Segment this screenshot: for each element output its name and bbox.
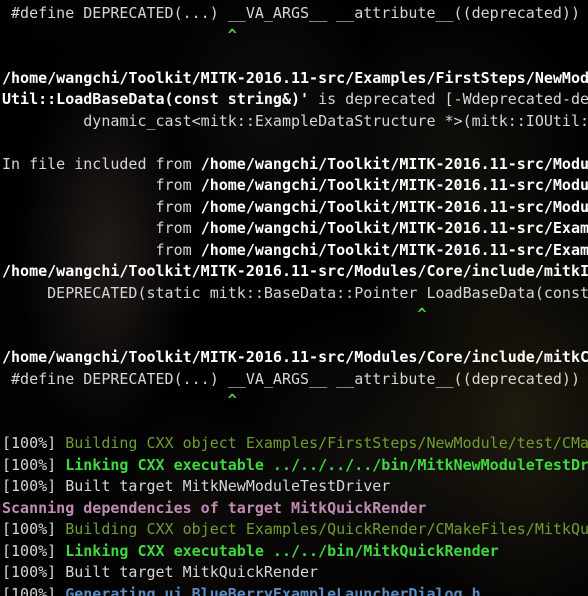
terminal-text-segment: /home/wangchi/Toolkit/MITK-2016.11-src/M… [2, 262, 588, 280]
terminal-text-segment: Generating ui_BlueBerryExampleLauncherDi… [65, 584, 481, 596]
include-trace-line-4: from /home/wangchi/Toolkit/MITK-2016.11-… [2, 218, 588, 240]
terminal-text-segment: from [2, 197, 201, 216]
terminal-text-segment: #define DEPRECATED(...) __VA_ARGS__ __at… [2, 369, 580, 388]
terminal-text-segment: from [2, 219, 201, 237]
source-path-newmodule-line: /home/wangchi/Toolkit/MITK-2016.11-src/E… [2, 68, 588, 90]
terminal-text-segment: [100%] Built target MitkQuickRender [2, 563, 319, 581]
terminal-text-segment: [100%] Built target MitkNewModuleTestDri… [2, 477, 391, 495]
define-deprecated-macro-line: #define DEPRECATED(...) __VA_ARGS__ __at… [2, 369, 588, 391]
terminal-text-segment: /home/wangchi/Toolkit/MITK-2016.11-src/M… [2, 348, 588, 366]
terminal-text-segment: [100%] [2, 434, 66, 452]
caret-marker-line: ^ [2, 25, 588, 47]
build-progress-line: [100%] Building CXX object Examples/Firs… [2, 433, 588, 455]
include-trace-line-2: from /home/wangchi/Toolkit/MITK-2016.11-… [2, 175, 588, 197]
include-trace-line-1: In file included from /home/wangchi/Tool… [2, 154, 588, 176]
source-path-mitkcommon-line: /home/wangchi/Toolkit/MITK-2016.11-src/M… [2, 347, 588, 369]
terminal-text-segment: from [2, 176, 201, 194]
terminal-text-segment: [100%] [2, 520, 66, 538]
build-progress-line: [100%] Built target MitkNewModuleTestDri… [2, 476, 588, 498]
terminal-text-segment: Linking CXX executable ../../bin/MitkQui… [65, 541, 499, 560]
terminal-text-segment: [100%] [2, 455, 66, 474]
terminal-text-segment: Building CXX object Examples/QuickRender… [65, 520, 588, 538]
terminal-text-segment: ^ [227, 25, 237, 44]
terminal-text-segment: dynamic_cast<mitk::ExampleDataStructure … [2, 111, 588, 130]
terminal-text-segment: /home/wangchi/Toolkit/MITK-2016.11-src/M… [200, 176, 588, 194]
terminal-text-segment: [100%] [2, 541, 66, 560]
generating-file-line: [100%] Generating ui_BlueBerryExampleLau… [2, 584, 588, 596]
terminal-text-segment: /home/wangchi/Toolkit/MITK-2016.11-src/M… [200, 154, 588, 173]
terminal-text-segment: from [2, 240, 201, 259]
include-trace-line-5: from /home/wangchi/Toolkit/MITK-2016.11-… [2, 240, 588, 262]
terminal-output-area[interactable]: #define DEPRECATED(...) __VA_ARGS__ __at… [0, 0, 588, 596]
build-progress-line: [100%] Linking CXX executable ../../../.… [2, 455, 588, 477]
terminal-text-segment: /home/wangchi/Toolkit/MITK-2016.11-src/E… [200, 240, 588, 259]
define-deprecated-macro-line: #define DEPRECATED(...) __VA_ARGS__ __at… [2, 3, 588, 25]
build-progress-line: [100%] Built target MitkQuickRender [2, 562, 588, 584]
terminal-text-segment: Scanning dependencies of target MitkQuic… [2, 498, 427, 517]
terminal-text-segment: Util::LoadBaseData(const string&)' [2, 90, 310, 108]
terminal-text-segment: /home/wangchi/Toolkit/MITK-2016.11-src/M… [200, 197, 588, 216]
terminal-text-segment: ^ [227, 391, 237, 409]
dynamic-cast-code-line: dynamic_cast<mitk::ExampleDataStructure … [2, 111, 588, 133]
deprecated-declaration-line: DEPRECATED(static mitk::BaseData::Pointe… [2, 283, 588, 305]
build-progress-line: [100%] Linking CXX executable ../../bin/… [2, 541, 588, 563]
terminal-text-segment: DEPRECATED(static mitk::BaseData::Pointe… [2, 283, 588, 302]
terminal-text-segment: is deprecated [-Wdeprecated-declarations… [318, 90, 588, 108]
terminal-text-segment: #define DEPRECATED(...) __VA_ARGS__ __at… [2, 4, 580, 22]
terminal-text-segment: [100%] [2, 584, 66, 596]
terminal-text-segment: ^ [417, 305, 427, 323]
terminal-window[interactable]: #define DEPRECATED(...) __VA_ARGS__ __at… [0, 0, 588, 596]
terminal-text-segment: In file included from [2, 154, 201, 173]
terminal-text-segment: Linking CXX executable ../../../../bin/M… [65, 455, 588, 474]
include-trace-line-3: from /home/wangchi/Toolkit/MITK-2016.11-… [2, 197, 588, 219]
build-progress-line: [100%] Building CXX object Examples/Quic… [2, 519, 588, 541]
scanning-dependencies-line: Scanning dependencies of target MitkQuic… [2, 498, 588, 520]
deprecation-warning-line: Util::LoadBaseData(const string&)' is de… [2, 89, 588, 111]
terminal-text-segment: Building CXX object Examples/FirstSteps/… [65, 434, 588, 452]
caret-marker-line: ^ [2, 304, 588, 326]
source-path-mitkioutil-line: /home/wangchi/Toolkit/MITK-2016.11-src/M… [2, 261, 588, 283]
terminal-text-segment: /home/wangchi/Toolkit/MITK-2016.11-src/E… [2, 68, 588, 87]
caret-marker-line: ^ [2, 390, 588, 412]
terminal-text-segment: /home/wangchi/Toolkit/MITK-2016.11-src/E… [200, 219, 588, 237]
